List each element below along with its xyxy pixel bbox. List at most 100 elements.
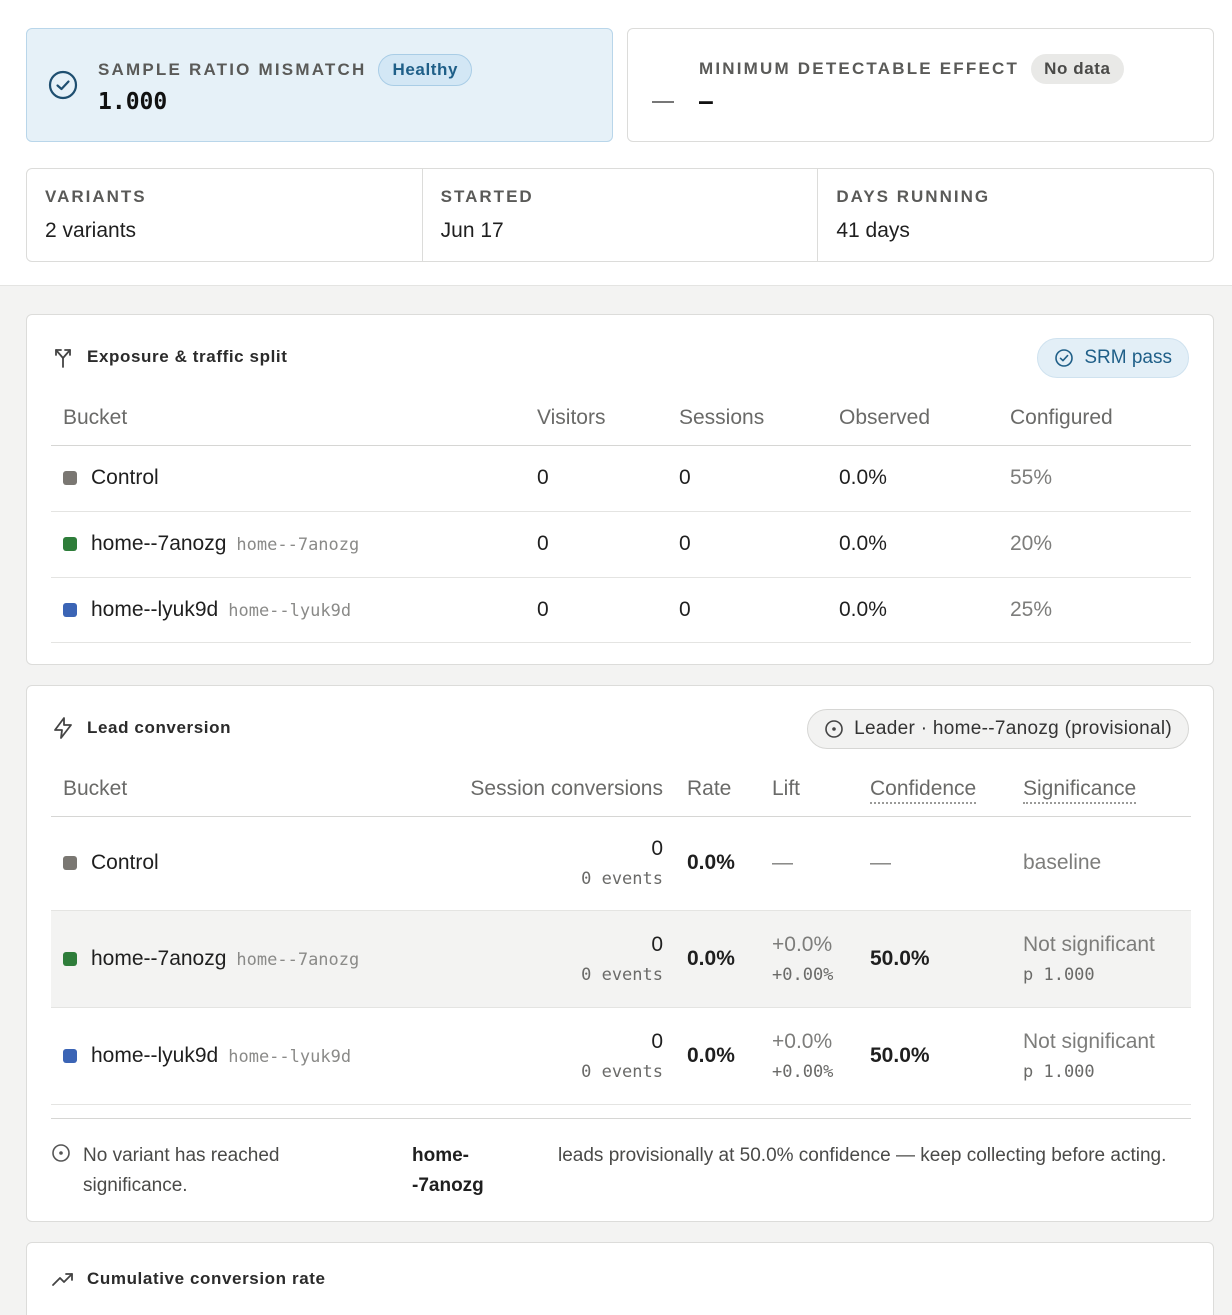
- col-confidence[interactable]: Confidence: [858, 762, 1011, 817]
- srm-card: SAMPLE RATIO MISMATCH Healthy 1.000: [26, 28, 613, 142]
- sessions-value: 0: [667, 511, 827, 578]
- significance-value: baseline: [1011, 816, 1191, 911]
- bucket-color: [63, 471, 77, 485]
- sessions-value: 0: [667, 577, 827, 643]
- configured-value: 25%: [998, 577, 1191, 643]
- info-circle-icon: [825, 720, 843, 738]
- col-visitors[interactable]: Visitors: [525, 391, 667, 446]
- col-sessions[interactable]: Sessions: [667, 391, 827, 446]
- col-session-conversions[interactable]: Session conversions: [396, 762, 675, 817]
- bucket-name: home--7anozg: [91, 532, 227, 555]
- bucket-color: [63, 856, 77, 870]
- events-count: 0 events: [581, 869, 663, 889]
- table-row[interactable]: Control 0 0 0.0% 55%: [51, 445, 1191, 512]
- confidence-value: 50.0%: [858, 1007, 1011, 1105]
- observed-value: 0.0%: [827, 445, 998, 512]
- exposure-panel: Exposure & traffic split SRM pass Bucket…: [26, 314, 1214, 665]
- note-leader: home--7anozg: [412, 1145, 484, 1196]
- cumulative-header: Cumulative conversion rate: [51, 1267, 326, 1291]
- trending-up-icon: [52, 1273, 73, 1286]
- lift-sub-value: +0.00%: [772, 1061, 834, 1082]
- visitors-value: 0: [525, 445, 667, 512]
- col-bucket[interactable]: Bucket: [51, 391, 525, 446]
- bucket-name: Control: [91, 466, 159, 489]
- rate-value: 0.0%: [675, 910, 760, 1008]
- significance-note: No variant has reached significance. hom…: [51, 1118, 1191, 1196]
- table-row[interactable]: Control 0 0 events 0.0% — — baseline: [51, 816, 1191, 911]
- observed-value: 0.0%: [827, 577, 998, 643]
- lift-value: +0.0%: [772, 932, 833, 956]
- mde-label: MINIMUM DETECTABLE EFFECT No data: [699, 54, 1124, 84]
- col-configured[interactable]: Configured: [998, 391, 1191, 446]
- bucket-slug: home--7anozg: [236, 535, 360, 555]
- check-circle-icon: [48, 70, 78, 100]
- lift-sub-value: +0.00%: [772, 964, 834, 985]
- check-circle-icon: [1055, 349, 1074, 367]
- bucket-slug: home--7anozg: [236, 949, 360, 970]
- mde-value: –: [699, 89, 713, 115]
- sessions-value: 0: [667, 445, 827, 512]
- conversions-value: 0: [651, 837, 663, 860]
- col-significance[interactable]: Significance: [1011, 762, 1191, 817]
- observed-value: 0.0%: [827, 511, 998, 578]
- note-detail: leads provisionally at 50.0% confidence …: [558, 1145, 1167, 1166]
- lift-value: —: [760, 816, 858, 911]
- col-bucket[interactable]: Bucket: [51, 762, 396, 817]
- conversion-header: Lead conversion: [51, 716, 231, 740]
- exposure-header: Exposure & traffic split: [51, 345, 288, 369]
- conversion-table: Bucket Session conversions Rate Lift Con…: [51, 762, 1191, 1105]
- p-value: p 1.000: [1023, 1061, 1095, 1082]
- exposure-table: Bucket Visitors Sessions Observed Config…: [51, 391, 1191, 643]
- bucket-color: [63, 951, 77, 966]
- bucket-name: home--7anozg: [91, 946, 227, 970]
- bucket-name: home--lyuk9d: [91, 597, 219, 621]
- table-row[interactable]: home--7anozg home--7anozg 00 events 0.0% …: [51, 910, 1191, 1008]
- significance-value: Not significant: [1023, 932, 1155, 956]
- cumulative-panel: Cumulative conversion rate: [26, 1242, 1214, 1315]
- confidence-value: —: [858, 816, 1011, 911]
- bucket-name: Control: [91, 851, 159, 874]
- table-row[interactable]: home--7anozg home--7anozg 0 0 0.0% 20%: [51, 511, 1191, 578]
- bucket-color: [63, 1048, 77, 1063]
- note-text: No variant has reached significance.: [83, 1145, 280, 1196]
- mde-card: MINIMUM DETECTABLE EFFECT No data –: [627, 28, 1214, 142]
- leader-badge: Leader · home--7anozg (provisional): [807, 709, 1189, 749]
- srm-label: SAMPLE RATIO MISMATCH Healthy: [98, 54, 473, 86]
- events-count: 0 events: [581, 1061, 663, 1082]
- meta-days-running: DAYS RUNNING 41 days: [836, 187, 991, 242]
- lightning-icon: [54, 717, 72, 739]
- srm-value: 1.000: [98, 89, 168, 115]
- confidence-value: 50.0%: [858, 910, 1011, 1008]
- p-value: p 1.000: [1023, 964, 1095, 985]
- srm-pass-badge: SRM pass: [1037, 338, 1189, 378]
- events-count: 0 events: [581, 964, 663, 985]
- meta-variants: VARIANTS 2 variants: [27, 169, 423, 261]
- conversion-panel: Lead conversion Leader · home--7anozg (p…: [26, 685, 1214, 1222]
- col-lift[interactable]: Lift: [760, 762, 858, 817]
- info-circle-icon: [52, 1144, 70, 1162]
- meta-started: STARTED Jun 17: [423, 169, 819, 261]
- summary-area: SAMPLE RATIO MISMATCH Healthy 1.000 MINI…: [0, 0, 1232, 286]
- dash-icon: [652, 101, 674, 103]
- col-rate[interactable]: Rate: [675, 762, 760, 817]
- table-row[interactable]: home--lyuk9d home--lyuk9d 0 0 0.0% 25%: [51, 577, 1191, 643]
- configured-value: 20%: [998, 511, 1191, 578]
- col-observed[interactable]: Observed: [827, 391, 998, 446]
- experiment-meta: VARIANTS 2 variants STARTED Jun 17 DAYS …: [26, 168, 1214, 262]
- visitors-value: 0: [525, 511, 667, 578]
- table-row[interactable]: home--lyuk9d home--lyuk9d 00 events 0.0% …: [51, 1007, 1191, 1105]
- bucket-name: home--lyuk9d: [91, 1043, 219, 1067]
- configured-value: 55%: [998, 445, 1191, 512]
- conversions-value: 0: [651, 932, 663, 956]
- lift-value: +0.0%: [772, 1029, 833, 1053]
- bucket-color: [63, 602, 77, 617]
- conversions-value: 0: [651, 1029, 663, 1053]
- bucket-slug: home--lyuk9d: [228, 600, 352, 621]
- no-data-badge: No data: [1031, 54, 1124, 84]
- split-icon: [55, 349, 71, 368]
- visitors-value: 0: [525, 577, 667, 643]
- rate-value: 0.0%: [675, 816, 760, 911]
- bucket-slug: home--lyuk9d: [228, 1046, 352, 1067]
- healthy-badge: Healthy: [378, 54, 473, 86]
- significance-value: Not significant: [1023, 1029, 1155, 1053]
